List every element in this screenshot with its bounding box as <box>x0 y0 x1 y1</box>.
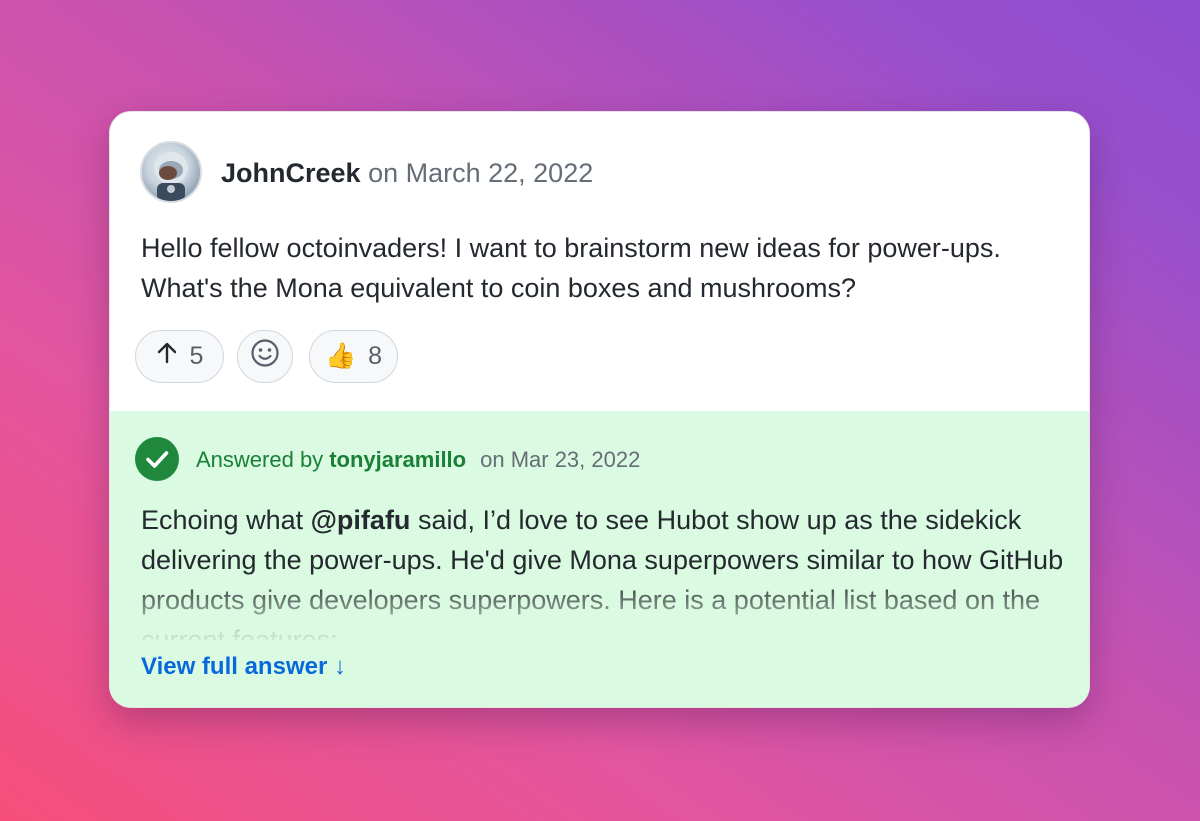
thumbs-up-icon: 👍 <box>324 342 357 370</box>
answered-by-label: Answered by <box>196 447 324 472</box>
avatar[interactable] <box>140 141 202 203</box>
post-header: JohnCreek on March 22, 2022 <box>221 156 593 190</box>
view-full-answer-link[interactable]: View full answer ↓ <box>141 652 346 682</box>
upvote-count: 5 <box>189 342 204 370</box>
author-name[interactable]: JohnCreek <box>221 158 361 188</box>
user-mention[interactable]: @pifafu <box>311 505 411 535</box>
check-circle-icon <box>135 437 179 481</box>
discussion-post: JohnCreek on March 22, 2022 Hello fellow… <box>110 112 1089 411</box>
upvote-button[interactable]: 5 <box>135 330 224 383</box>
discussion-card: JohnCreek on March 22, 2022 Hello fellow… <box>109 111 1090 708</box>
answer-author[interactable]: tonyjaramillo <box>329 447 466 472</box>
add-reaction-button[interactable] <box>237 330 293 383</box>
thumbs-up-reaction-button[interactable]: 👍 8 <box>309 330 398 383</box>
arrow-up-icon <box>156 341 178 372</box>
answer-date[interactable]: on Mar 23, 2022 <box>480 447 640 472</box>
answer-section: Answered by tonyjaramillo on Mar 23, 2022 … <box>110 411 1089 707</box>
thumbs-up-count: 8 <box>368 342 383 370</box>
post-body: Hello fellow octoinvaders! I want to bra… <box>141 233 1001 303</box>
answer-text-start: Echoing what <box>141 505 311 535</box>
smiley-icon <box>250 338 280 375</box>
post-date[interactable]: on March 22, 2022 <box>368 158 593 188</box>
answer-header: Answered by tonyjaramillo on Mar 23, 2022 <box>196 446 640 474</box>
